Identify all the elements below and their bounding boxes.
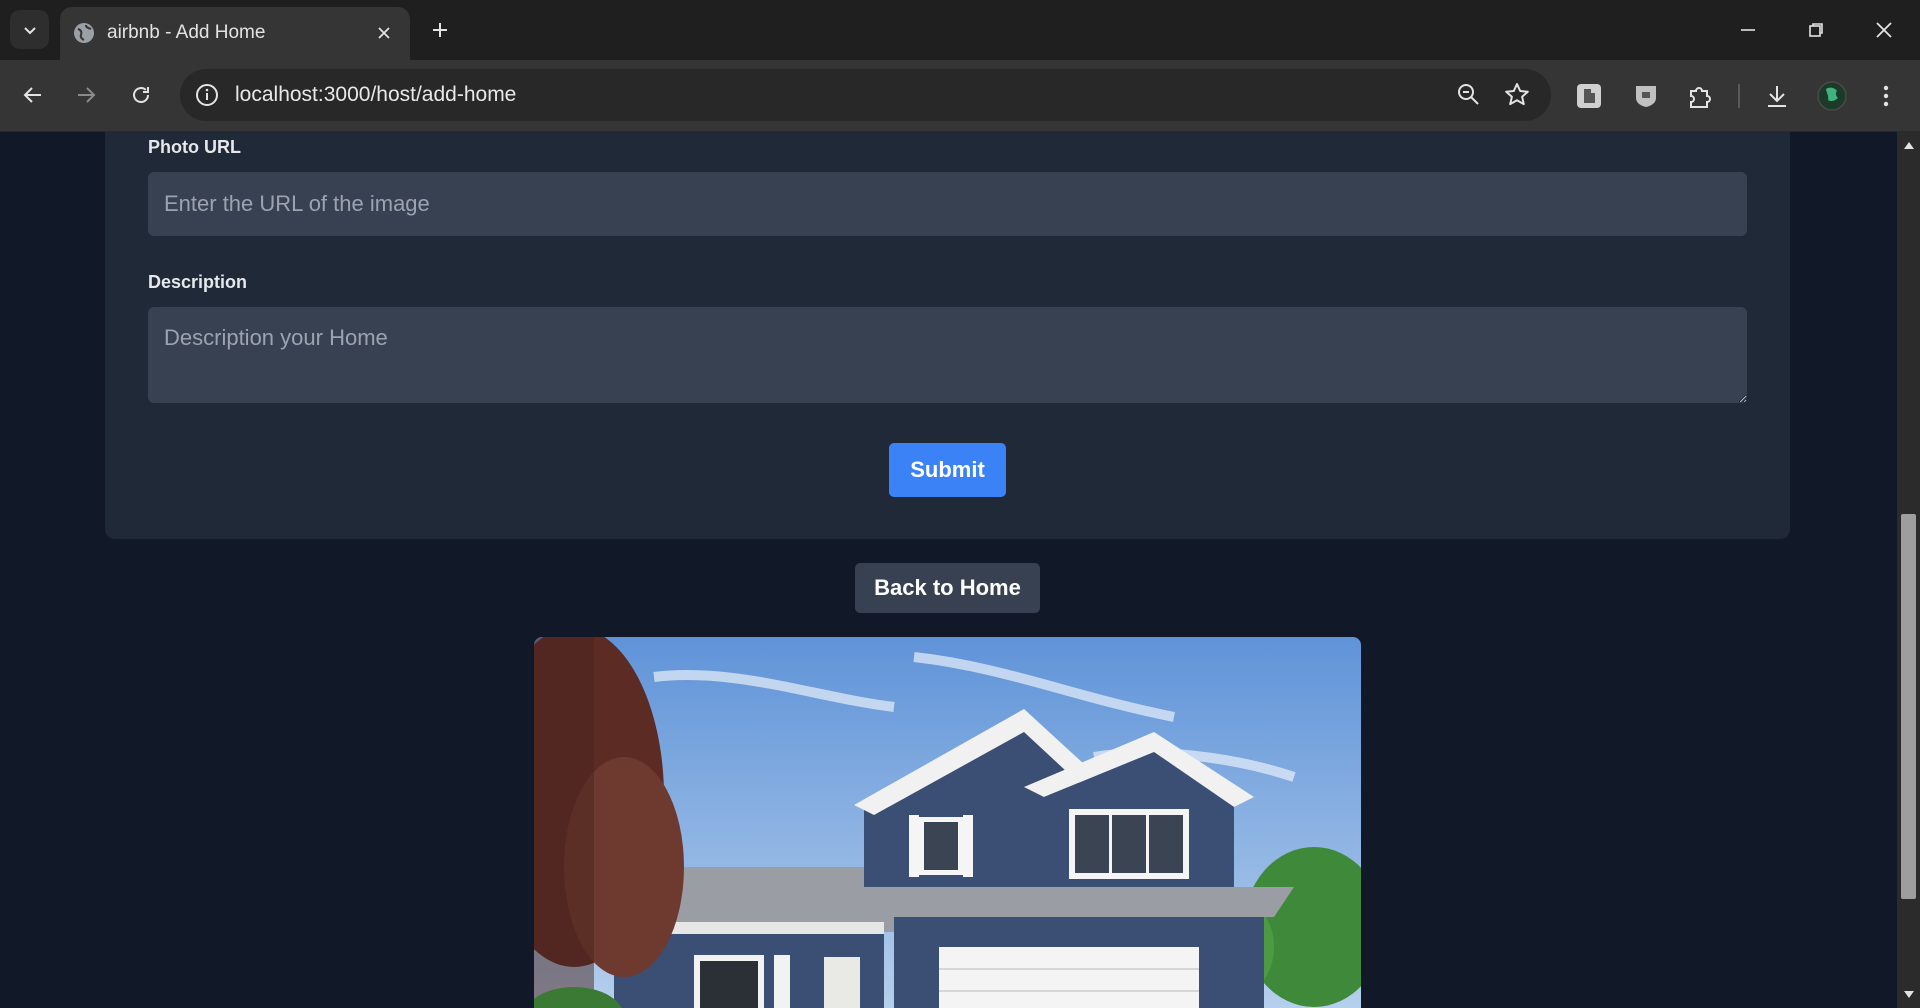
tab-close-button[interactable]: [370, 19, 398, 47]
caret-up-icon: [1903, 142, 1914, 149]
new-tab-button[interactable]: [424, 14, 456, 46]
scroll-thumb[interactable]: [1901, 514, 1916, 899]
url-path: :3000/host/add-home: [317, 83, 517, 106]
address-bar[interactable]: localhost:3000/host/add-home: [180, 69, 1551, 121]
more-vertical-icon: [1883, 85, 1889, 107]
extensions-menu-button[interactable]: [1681, 77, 1719, 115]
page-viewport: Photo URL Description Submit Back to Hom…: [0, 132, 1897, 1008]
home-photo: [534, 637, 1361, 1008]
arrow-left-icon: [23, 87, 41, 103]
puzzle-icon: [1690, 87, 1711, 108]
reload-button[interactable]: [121, 75, 161, 115]
window-close-button[interactable]: [1850, 0, 1918, 60]
back-nav-button[interactable]: [13, 75, 53, 115]
forward-nav-button[interactable]: [66, 75, 106, 115]
browser-tab[interactable]: airbnb - Add Home: [60, 7, 410, 60]
description-textarea[interactable]: [148, 307, 1747, 403]
close-icon: [378, 27, 390, 39]
back-to-home-button[interactable]: Back to Home: [855, 563, 1040, 613]
close-icon: [1876, 22, 1892, 38]
browser-toolbar: localhost:3000/host/add-home: [0, 60, 1920, 132]
bookmark-star-icon[interactable]: [1503, 81, 1531, 109]
browser-menu-button[interactable]: [1867, 77, 1905, 115]
house-image: [534, 637, 1361, 1008]
site-info-icon[interactable]: [194, 82, 220, 108]
extension-button-2[interactable]: [1627, 77, 1665, 115]
zoom-icon[interactable]: [1455, 81, 1483, 109]
description-label: Description: [148, 272, 248, 292]
arrow-right-icon: [78, 87, 96, 103]
reload-icon: [133, 87, 149, 103]
page-scrollbar[interactable]: [1897, 132, 1920, 1008]
chevron-down-icon: [23, 26, 36, 34]
toolbar-divider: [1738, 84, 1740, 108]
restore-icon: [1809, 23, 1823, 37]
url-text: localhost:3000/host/add-home: [235, 83, 516, 107]
scroll-up-arrow[interactable]: [1897, 140, 1920, 154]
restore-button[interactable]: [1782, 0, 1850, 60]
globe-icon: [74, 23, 94, 43]
avatar: [1817, 81, 1847, 111]
download-icon: [1768, 86, 1786, 107]
url-host: localhost: [235, 83, 318, 106]
minimize-icon: [1741, 29, 1755, 31]
scroll-down-arrow[interactable]: [1897, 990, 1920, 1004]
tab-search-button[interactable]: [10, 10, 49, 49]
tab-strip: airbnb - Add Home: [0, 0, 1920, 60]
tab-title: airbnb - Add Home: [107, 22, 266, 43]
minimize-button[interactable]: [1714, 0, 1782, 60]
photo-url-label: Photo URL: [148, 137, 241, 157]
caret-down-icon: [1903, 991, 1914, 998]
plus-icon: [433, 23, 447, 37]
shield-extension-icon: [1636, 86, 1656, 107]
profile-button[interactable]: [1813, 77, 1851, 115]
extension-button-1[interactable]: [1570, 77, 1608, 115]
extension-icon: [1577, 84, 1601, 108]
photo-url-input[interactable]: [148, 172, 1747, 236]
submit-button[interactable]: Submit: [889, 443, 1006, 497]
downloads-button[interactable]: [1758, 77, 1796, 115]
